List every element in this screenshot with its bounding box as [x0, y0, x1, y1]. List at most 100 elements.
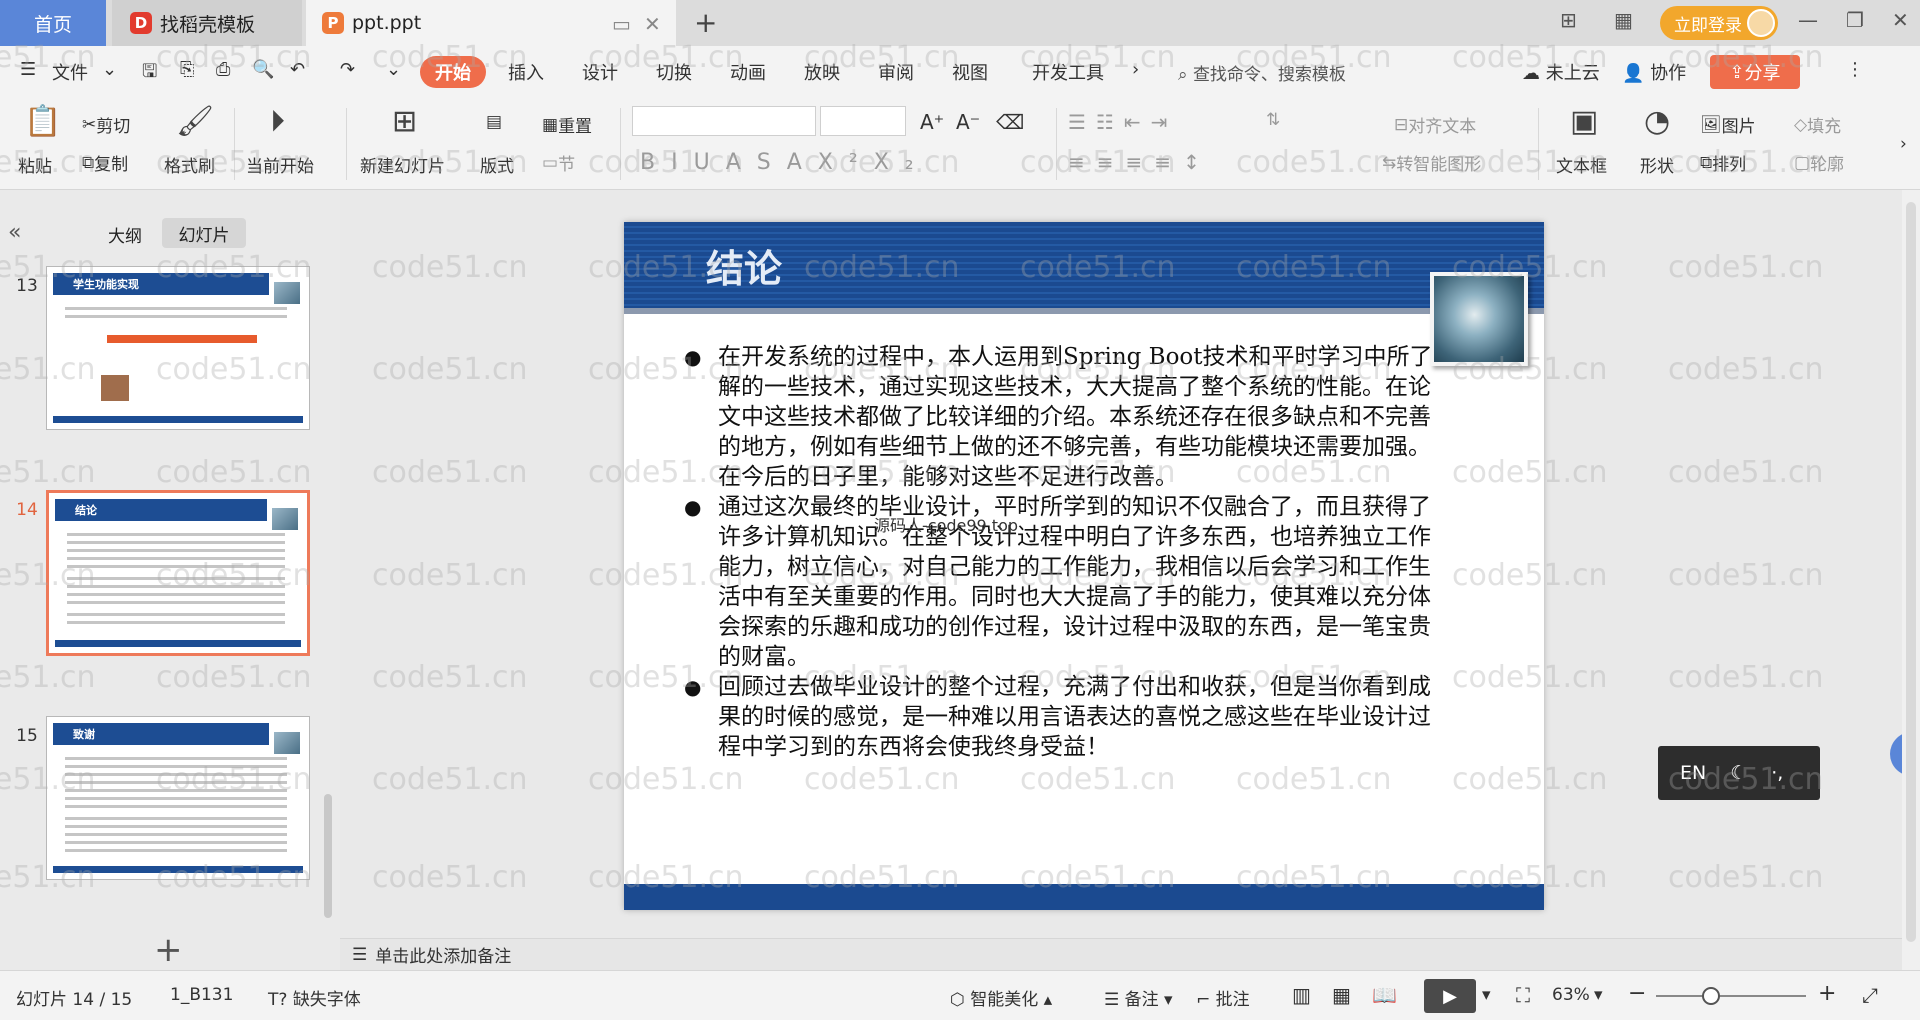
clear-format-icon[interactable]: ⌫ — [996, 110, 1024, 134]
from-current-button[interactable]: 当前开始 — [246, 152, 314, 177]
command-search[interactable]: ⌕ 查找命令、搜索模板 — [1178, 60, 1346, 85]
print-icon[interactable]: ⎙ — [216, 59, 230, 80]
slide-title[interactable]: 结论 — [706, 238, 782, 293]
copy-button[interactable]: ⧉ 复制 — [82, 150, 128, 176]
layout-icon[interactable]: ⊞ — [1560, 8, 1577, 32]
expand-icon[interactable]: ⤢ — [1862, 983, 1878, 1007]
play-slideshow-button[interactable]: ▶ — [1424, 979, 1476, 1013]
play-options-chevron-icon[interactable]: ▾ — [1482, 985, 1491, 1005]
thumbnail-scrollbar[interactable] — [324, 794, 332, 918]
arrange-button[interactable]: ⧉ 排列 — [1700, 150, 1746, 176]
collab-button[interactable]: 👤 协作 — [1622, 59, 1686, 85]
zoom-slider-knob[interactable] — [1702, 987, 1720, 1005]
more-options-icon[interactable]: ⋮ — [1846, 59, 1864, 80]
scrollbar-thumb[interactable] — [1906, 202, 1916, 942]
beautify-button[interactable]: ⬡ 智能美化 ▴ — [950, 985, 1052, 1010]
font-grow-icon[interactable]: A⁺ — [920, 110, 944, 134]
ribbon-scroll-icon[interactable]: › — [1900, 134, 1907, 154]
menu-insert[interactable]: 插入 — [508, 59, 544, 85]
tab-template[interactable]: D 找稻壳模板 — [112, 0, 302, 46]
fill-button[interactable]: ◇ 填充 — [1794, 112, 1841, 138]
menu-slideshow[interactable]: 放映 — [804, 59, 840, 85]
close-window-icon[interactable]: ✕ — [1892, 8, 1909, 32]
shape-icon[interactable]: ◔ — [1644, 104, 1670, 139]
slide-thumbnail[interactable]: 学生功能实现 — [46, 266, 310, 430]
ime-indicator[interactable]: EN ☾ ·, — [1658, 746, 1820, 800]
reset-button[interactable]: ▦ 重置 — [542, 112, 592, 138]
new-slide-icon[interactable]: ⊞ — [392, 104, 417, 139]
font-shrink-icon[interactable]: A⁻ — [956, 110, 980, 134]
menu-transition[interactable]: 切换 — [656, 59, 692, 85]
outline-button[interactable]: ▢ 轮廓 — [1794, 150, 1844, 176]
menu-animation[interactable]: 动画 — [730, 59, 766, 85]
apps-grid-icon[interactable]: ▦ — [1614, 8, 1633, 32]
slide-body-textbox[interactable]: 在开发系统的过程中，本人运用到Spring Boot技术和平时学习中所了解的一些… — [684, 342, 1444, 762]
notes-input[interactable]: ☰ 单击此处添加备注 — [340, 938, 1902, 970]
brush-icon[interactable]: 🖌 — [176, 104, 214, 139]
paste-icon[interactable]: 📋 — [24, 104, 61, 139]
zoom-slider-track[interactable] — [1656, 995, 1806, 997]
hamburger-icon[interactable]: ☰ — [20, 59, 36, 80]
undo-icon[interactable]: ↶ — [290, 59, 305, 80]
tab-slides[interactable]: 幻灯片 — [162, 218, 246, 248]
share-button[interactable]: ⇪ 分享 — [1710, 55, 1800, 89]
redo-icon[interactable]: ↷ — [340, 59, 355, 80]
restore-icon[interactable]: ❐ — [1846, 8, 1864, 32]
slide[interactable]: 结论 在开发系统的过程中，本人运用到Spring Boot技术和平时学习中所了解… — [624, 222, 1544, 910]
play-circle-icon[interactable]: ⏵ — [270, 104, 285, 139]
chevron-down-icon[interactable]: ⌄ — [102, 59, 117, 80]
format-painter-button[interactable]: 格式刷 — [164, 152, 215, 177]
add-slide-icon[interactable]: + — [154, 930, 183, 970]
close-tab-icon[interactable]: ✕ — [644, 12, 661, 36]
menu-more-icon[interactable]: › — [1132, 59, 1139, 80]
cloud-status[interactable]: ☁ 未上云 — [1522, 59, 1600, 85]
comments-button[interactable]: ⌐ 批注 — [1196, 985, 1250, 1010]
slide-thumbnail-active[interactable]: 结论 — [46, 490, 310, 656]
menu-file[interactable]: 文件 — [52, 59, 88, 85]
menu-design[interactable]: 设计 — [582, 59, 618, 85]
new-slide-button[interactable]: 新建幻灯片 — [360, 152, 445, 177]
normal-view-icon[interactable]: ▥ — [1292, 983, 1311, 1007]
textbox-button[interactable]: 文本框 — [1556, 152, 1607, 177]
tab-outline[interactable]: 大纲 — [100, 220, 150, 248]
menu-developer[interactable]: 开发工具 — [1032, 59, 1104, 85]
slide-decorative-photo[interactable] — [1430, 272, 1528, 366]
layout-button[interactable]: 版式 — [480, 152, 514, 177]
vertical-scrollbar[interactable] — [1902, 190, 1920, 970]
window-mode-icon[interactable]: ▭ — [612, 12, 631, 36]
collapse-panel-icon[interactable]: « — [8, 220, 21, 245]
paste-button[interactable]: 粘贴 — [18, 152, 52, 177]
text-direction-icon[interactable]: ⇅ — [1266, 110, 1280, 130]
save-icon[interactable]: 🖫 — [142, 59, 157, 89]
menu-start[interactable]: 开始 — [420, 56, 486, 88]
more-chevron-icon[interactable]: ⌄ — [386, 59, 401, 80]
text-style-group[interactable]: B I U A S A X² X₂ — [640, 150, 930, 175]
login-button[interactable]: 立即登录 — [1660, 6, 1778, 40]
layout-icon[interactable]: ▤ — [486, 112, 502, 132]
section-button[interactable]: ▭ 节 — [542, 150, 575, 176]
missing-font-button[interactable]: T? 缺失字体 — [268, 985, 361, 1010]
notes-toggle-button[interactable]: ☰ 备注 ▾ — [1104, 985, 1173, 1010]
font-size-select[interactable] — [820, 106, 906, 136]
picture-button[interactable]: 🖼 图片 — [1700, 112, 1756, 138]
list-group[interactable]: ☰ ☷ ⇤ ⇥ — [1068, 110, 1177, 134]
smart-art-button[interactable]: ⇆ 转智能图形 — [1382, 150, 1481, 176]
menu-view[interactable]: 视图 — [952, 59, 988, 85]
zoom-out-icon[interactable]: − — [1628, 981, 1646, 1006]
reading-view-icon[interactable]: 📖 — [1372, 983, 1397, 1007]
minimize-icon[interactable]: — — [1798, 8, 1818, 32]
fit-window-icon[interactable]: ⛶ — [1516, 983, 1530, 1007]
zoom-chevron-icon[interactable]: ▾ — [1594, 985, 1603, 1005]
tab-document[interactable]: P ppt.ppt ▭ ✕ — [306, 0, 676, 46]
export-pdf-icon[interactable]: ⎘ — [180, 59, 194, 80]
textbox-icon[interactable]: ▣ — [1570, 104, 1598, 139]
new-tab-icon[interactable]: + — [694, 6, 717, 39]
slide-thumbnail[interactable]: 致谢 — [46, 716, 310, 880]
print-preview-icon[interactable]: 🔍 — [252, 59, 274, 80]
align-text-button[interactable]: ⊟ 对齐文本 — [1394, 112, 1476, 138]
menu-review[interactable]: 审阅 — [878, 59, 914, 85]
sorter-view-icon[interactable]: ▦ — [1332, 983, 1351, 1007]
paragraph-align-group[interactable]: ≡ ≡ ≡ ≡ ↕ — [1068, 150, 1212, 174]
font-family-select[interactable] — [632, 106, 816, 136]
zoom-in-icon[interactable]: + — [1818, 981, 1836, 1006]
